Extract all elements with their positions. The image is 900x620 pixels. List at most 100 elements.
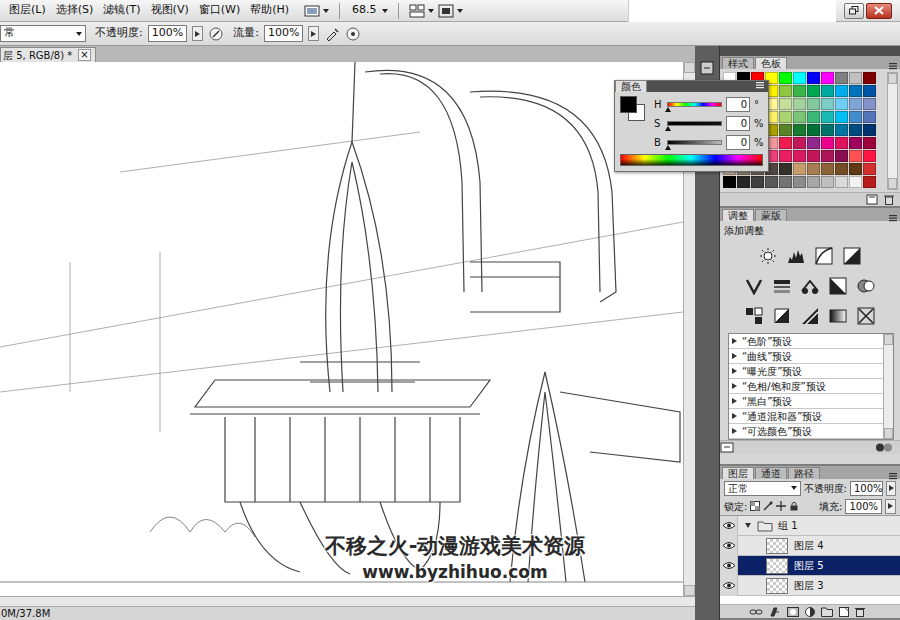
panel-tab[interactable]: 色板 <box>755 57 787 69</box>
swatch[interactable] <box>821 85 834 97</box>
swatch[interactable] <box>751 176 764 188</box>
menu-item[interactable]: 窗口(W) <box>194 2 245 19</box>
airbrush-icon[interactable] <box>324 26 340 42</box>
foreground-swatch[interactable] <box>620 96 637 113</box>
menu-item[interactable]: 滤镜(T) <box>98 2 145 19</box>
swatch[interactable] <box>835 72 848 84</box>
disclosure-triangle-icon[interactable] <box>732 353 737 359</box>
preset-item[interactable]: “曲线”预设 <box>729 349 883 364</box>
dropdown-arrow-icon[interactable] <box>457 9 463 13</box>
panel-tab[interactable]: 调整 <box>722 209 754 221</box>
dropdown-arrow-icon[interactable] <box>791 486 797 490</box>
scroll-down-button[interactable] <box>884 428 893 439</box>
swatch[interactable] <box>835 98 848 110</box>
channel-slider[interactable] <box>667 121 722 126</box>
panel-tab[interactable]: 蒙版 <box>755 209 787 221</box>
layer-row[interactable]: 图层 5 <box>720 556 900 576</box>
scroll-up-button[interactable] <box>884 334 893 345</box>
visibility-toggle[interactable] <box>720 516 738 536</box>
layer-row[interactable]: 组 1 <box>720 516 900 536</box>
presets-scrollbar[interactable] <box>883 334 893 439</box>
swatch[interactable] <box>821 124 834 136</box>
adjustment-button[interactable] <box>800 306 820 325</box>
swatch[interactable] <box>821 163 834 175</box>
disclosure-triangle-icon[interactable] <box>732 398 737 404</box>
swatch[interactable] <box>821 176 834 188</box>
swatch[interactable] <box>849 111 862 123</box>
swatch[interactable] <box>835 150 848 162</box>
return-icon[interactable] <box>720 442 734 453</box>
swatch[interactable] <box>765 176 778 188</box>
lock-position-icon[interactable] <box>776 501 786 511</box>
adjustment-button[interactable] <box>758 246 778 265</box>
opacity-field[interactable]: 100% <box>850 481 883 496</box>
swatch[interactable] <box>807 176 820 188</box>
channel-slider[interactable] <box>667 140 722 145</box>
slider-thumb[interactable] <box>665 107 671 112</box>
panel-menu-button[interactable] <box>889 210 897 225</box>
swatch[interactable] <box>863 176 876 188</box>
swatch[interactable] <box>835 124 848 136</box>
document-tab[interactable]: 层 5, RGB/8) *× <box>0 47 96 62</box>
adjustment-button[interactable] <box>828 276 848 295</box>
adjustment-button[interactable] <box>856 306 876 325</box>
swatch[interactable] <box>863 111 876 123</box>
channel-value[interactable]: 0 <box>726 135 750 150</box>
swatch[interactable] <box>849 72 862 84</box>
adjustment-button[interactable] <box>744 306 764 325</box>
swatch[interactable] <box>863 72 876 84</box>
link-layers-icon[interactable] <box>749 607 763 617</box>
swatch[interactable] <box>821 98 834 110</box>
new-swatch-icon[interactable] <box>866 194 878 205</box>
flow-field[interactable]: 100% <box>264 25 303 42</box>
menu-item[interactable]: 视图(V) <box>146 2 194 19</box>
dropdown-arrow-icon[interactable] <box>76 32 82 36</box>
new-group-icon[interactable] <box>821 607 833 617</box>
pressure-opacity-icon[interactable] <box>208 26 224 42</box>
color-panel[interactable]: 颜色H0°S0%B0% <box>614 80 769 172</box>
blend-mode-select[interactable]: 正常 <box>724 481 801 496</box>
swatch[interactable] <box>849 137 862 149</box>
fill-field[interactable]: 100% <box>845 499 882 514</box>
layer-name[interactable]: 图层 4 <box>794 538 824 553</box>
slider-toggle-button[interactable] <box>885 499 896 514</box>
adjustment-button[interactable] <box>842 246 862 265</box>
visibility-toggle[interactable] <box>720 536 738 556</box>
layer-style-icon[interactable] <box>769 607 781 617</box>
horizontal-scrollbar[interactable] <box>0 596 695 606</box>
disclosure-triangle-icon[interactable] <box>732 368 737 374</box>
channel-slider[interactable] <box>667 102 722 107</box>
swatch[interactable] <box>863 137 876 149</box>
slider-thumb[interactable] <box>665 145 671 150</box>
scroll-down-button[interactable] <box>888 178 897 189</box>
arrange-button[interactable] <box>409 4 434 18</box>
swatch[interactable] <box>807 163 820 175</box>
color-tab[interactable]: 颜色 <box>615 80 647 92</box>
canvas[interactable]: 不移之火-动漫游戏美术资源www.byzhihuo.com <box>0 62 683 596</box>
preset-item[interactable]: “通道混和器”预设 <box>729 409 883 424</box>
adjustment-button[interactable] <box>828 306 848 325</box>
swatch[interactable] <box>821 137 834 149</box>
swatch[interactable] <box>821 150 834 162</box>
swatch[interactable] <box>835 137 848 149</box>
swatch[interactable] <box>793 163 806 175</box>
disclosure-triangle-icon[interactable] <box>732 383 737 389</box>
lock-pixels-icon[interactable] <box>763 501 773 511</box>
swatches-scrollbar[interactable] <box>887 72 898 190</box>
restore-button[interactable] <box>844 3 864 19</box>
preset-item[interactable]: “黑白”预设 <box>729 394 883 409</box>
add-mask-icon[interactable] <box>787 607 799 617</box>
swatch[interactable] <box>793 124 806 136</box>
adjustment-layer-icon[interactable] <box>805 607 815 617</box>
dropdown-arrow-icon[interactable] <box>428 9 434 13</box>
swatch[interactable] <box>779 111 792 123</box>
slider-toggle-button[interactable] <box>192 26 203 41</box>
channel-value[interactable]: 0 <box>726 97 750 112</box>
swatch[interactable] <box>793 111 806 123</box>
clip-layer-icon[interactable] <box>874 442 894 453</box>
swatch[interactable] <box>835 163 848 175</box>
swatch[interactable] <box>779 98 792 110</box>
menu-item[interactable]: 帮助(H) <box>245 2 294 19</box>
scroll-up-button[interactable] <box>684 62 695 73</box>
swatch[interactable] <box>779 137 792 149</box>
